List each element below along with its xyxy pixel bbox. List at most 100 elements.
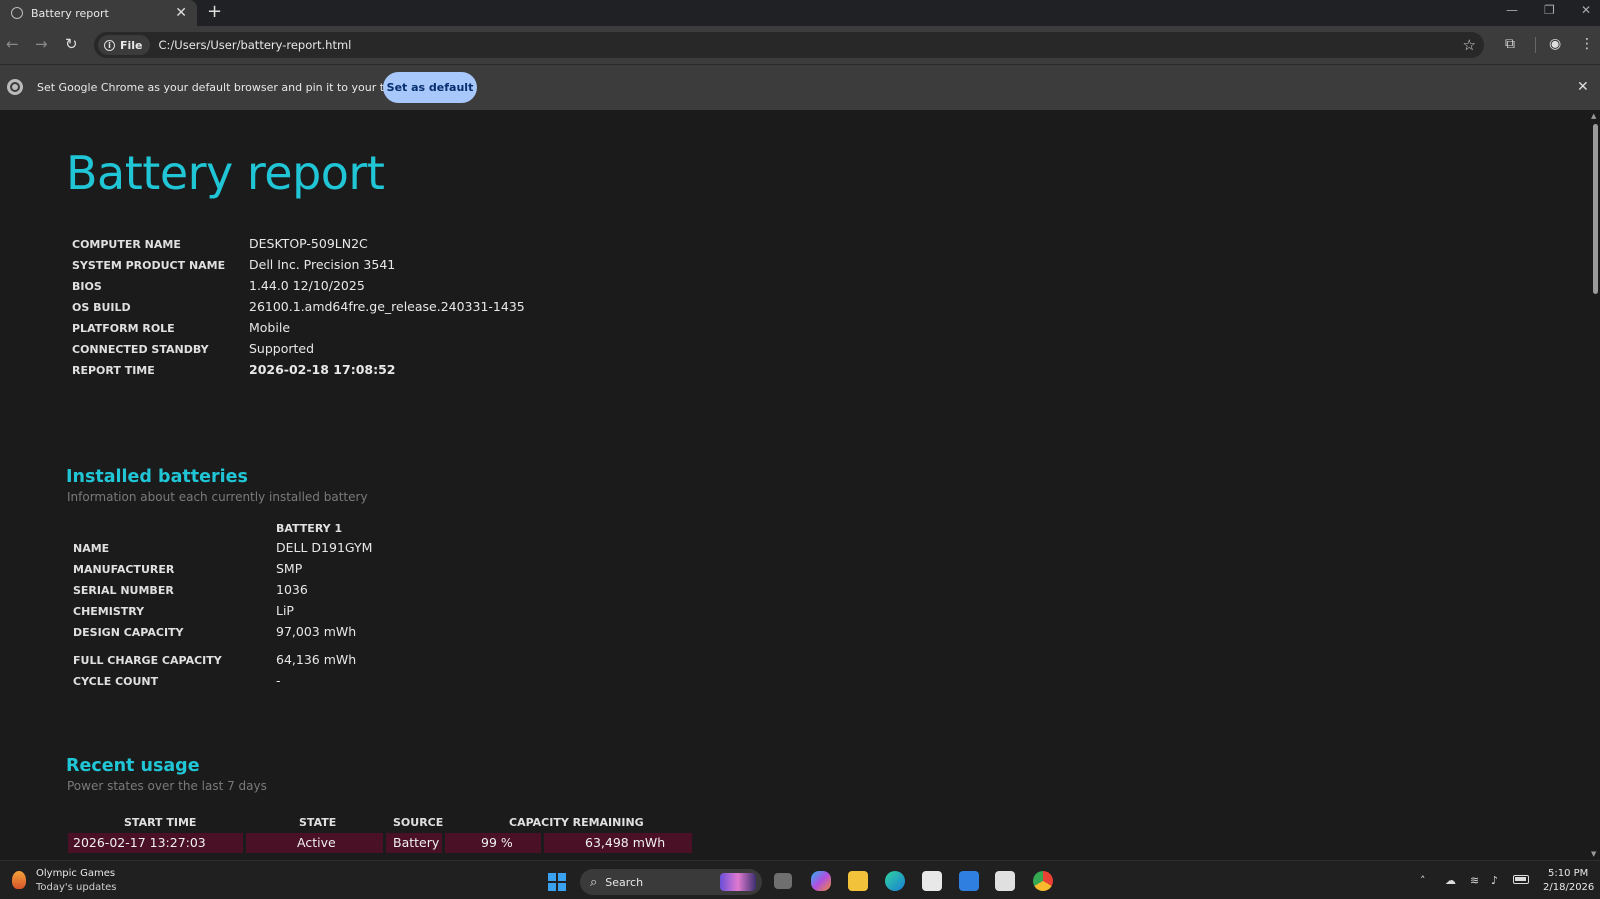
search-icon: ⌕ <box>590 874 598 890</box>
table-row: CONNECTED STANDBY Supported <box>72 340 672 360</box>
news-widget-title[interactable]: Olympic Games <box>36 868 115 879</box>
back-icon[interactable]: ← <box>6 35 19 53</box>
search-label: Search <box>605 875 644 889</box>
row-value: Supported <box>249 341 315 356</box>
section-subtitle: Information about each currently install… <box>67 490 368 504</box>
table-row: FULL CHARGE CAPACITY 64,136 mWh <box>73 651 673 671</box>
section-title-recent-usage: Recent usage <box>66 756 200 776</box>
page-title: Battery report <box>66 146 385 200</box>
row-label: CHEMISTRY <box>73 605 145 618</box>
row-label: SYSTEM PRODUCT NAME <box>72 259 226 272</box>
table-row: CHEMISTRY LiP <box>73 602 673 622</box>
cast-search-icon[interactable]: ⧉ <box>1505 36 1515 52</box>
table-row: REPORT TIME 2026-02-18 17:08:52 <box>72 361 672 381</box>
globe-icon <box>11 7 23 19</box>
forward-icon[interactable]: → <box>35 35 48 53</box>
task-view-icon[interactable] <box>774 873 792 889</box>
start-button[interactable] <box>548 873 566 891</box>
cell-source: Battery <box>386 833 442 853</box>
address-bar[interactable]: i File C:/Users/User/battery-report.html… <box>94 32 1484 58</box>
edge-icon[interactable] <box>885 871 905 891</box>
row-value: 26100.1.amd64fre.ge_release.240331-1435 <box>249 299 525 314</box>
tab-close-icon[interactable]: ✕ <box>175 6 187 20</box>
chrome-logo-icon <box>7 79 23 95</box>
row-value: 97,003 mWh <box>276 624 357 639</box>
news-widget-subtitle[interactable]: Today's updates <box>36 882 117 893</box>
column-header-capacity-remaining: CAPACITY REMAINING <box>509 816 644 829</box>
windows-logo-pane <box>558 883 566 891</box>
bookmark-star-icon[interactable]: ☆ <box>1463 36 1476 54</box>
wifi-icon[interactable]: ≋ <box>1470 874 1479 887</box>
onedrive-offline-icon[interactable]: ☁ <box>1445 874 1456 887</box>
battery-column-header: BATTERY 1 <box>276 522 343 535</box>
search-highlight-image <box>720 873 756 891</box>
tab-title: Battery report <box>31 6 109 20</box>
url-text[interactable]: C:/Users/User/battery-report.html <box>159 38 1463 52</box>
minimize-icon[interactable]: — <box>1506 3 1518 17</box>
clock-date[interactable]: 2/18/2026 <box>1543 882 1594 893</box>
chip-label: File <box>120 38 143 52</box>
cell-start-time: 2026-02-17 13:27:03 <box>68 833 243 853</box>
row-label: NAME <box>73 542 110 555</box>
battery-icon[interactable] <box>1513 875 1529 884</box>
windows-logo-pane <box>548 883 556 891</box>
table-row: SYSTEM PRODUCT NAME Dell Inc. Precision … <box>72 256 672 276</box>
row-value: 2026-02-18 17:08:52 <box>249 362 396 377</box>
column-header-state: STATE <box>299 816 337 829</box>
infobar-close-icon[interactable]: ✕ <box>1577 79 1589 95</box>
windows-logo-pane <box>558 873 566 881</box>
clock-time[interactable]: 5:10 PM <box>1548 868 1588 879</box>
chrome-taskbar-icon[interactable] <box>1033 871 1053 891</box>
profile-icon[interactable]: ◉ <box>1549 36 1561 52</box>
menu-kebab-icon[interactable]: ⋮ <box>1580 36 1594 52</box>
section-subtitle: Power states over the last 7 days <box>67 779 267 793</box>
infobar-message: Set Google Chrome as your default browse… <box>37 81 422 94</box>
row-value: 1.44.0 12/10/2025 <box>249 278 365 293</box>
scroll-up-icon[interactable]: ▲ <box>1591 112 1596 120</box>
report-page: Battery report COMPUTER NAME DESKTOP-509… <box>0 110 1590 860</box>
page-scrollbar[interactable]: ▲ ▼ <box>1590 110 1600 860</box>
site-info-chip[interactable]: i File <box>98 35 150 55</box>
column-header-source: SOURCE <box>393 816 444 829</box>
row-label: DESIGN CAPACITY <box>73 626 184 639</box>
row-label: CYCLE COUNT <box>73 675 159 688</box>
scroll-thumb[interactable] <box>1593 124 1598 294</box>
scroll-down-icon[interactable]: ▼ <box>1591 850 1596 858</box>
table-row: MANUFACTURER SMP <box>73 560 673 580</box>
row-label: MANUFACTURER <box>73 563 175 576</box>
outlook-icon[interactable] <box>959 871 979 891</box>
news-widget-icon[interactable] <box>12 871 26 889</box>
windows-logo-pane <box>548 873 556 881</box>
restore-icon[interactable]: ❐ <box>1544 3 1555 17</box>
set-as-default-button[interactable]: Set as default <box>383 72 477 103</box>
show-hidden-icons-chevron-icon[interactable]: ˄ <box>1420 874 1426 887</box>
tab-battery-report[interactable]: Battery report ✕ <box>0 0 197 26</box>
row-label: REPORT TIME <box>72 364 155 377</box>
table-row: CYCLE COUNT - <box>73 672 673 692</box>
section-title-installed-batteries: Installed batteries <box>66 467 248 487</box>
microsoft-store-icon[interactable] <box>922 871 942 891</box>
row-label: PLATFORM ROLE <box>72 322 175 335</box>
taskbar-search[interactable]: ⌕ Search <box>580 869 762 895</box>
row-label: SERIAL NUMBER <box>73 584 174 597</box>
table-row: SERIAL NUMBER 1036 <box>73 581 673 601</box>
window-close-icon[interactable]: ✕ <box>1581 3 1591 17</box>
row-value: Mobile <box>249 320 291 335</box>
snipping-tool-icon[interactable] <box>995 871 1015 891</box>
volume-icon[interactable]: ♪ <box>1491 874 1498 887</box>
reload-icon[interactable]: ↻ <box>65 35 78 53</box>
row-label: OS BUILD <box>72 301 131 314</box>
row-label: COMPUTER NAME <box>72 238 181 251</box>
row-value: 64,136 mWh <box>276 652 357 667</box>
row-label: CONNECTED STANDBY <box>72 343 209 356</box>
browser-toolbar: ← → ↻ i File C:/Users/User/battery-repor… <box>0 26 1600 64</box>
table-row: COMPUTER NAME DESKTOP-509LN2C <box>72 235 672 255</box>
new-tab-button[interactable]: + <box>207 3 222 21</box>
row-label: BIOS <box>72 280 102 293</box>
row-value: SMP <box>276 561 303 576</box>
row-value: - <box>276 673 281 688</box>
file-explorer-icon[interactable] <box>848 871 868 891</box>
copilot-icon[interactable] <box>811 871 831 891</box>
row-value: Dell Inc. Precision 3541 <box>249 257 396 272</box>
cell-capacity: 63,498 mWh <box>544 833 692 853</box>
